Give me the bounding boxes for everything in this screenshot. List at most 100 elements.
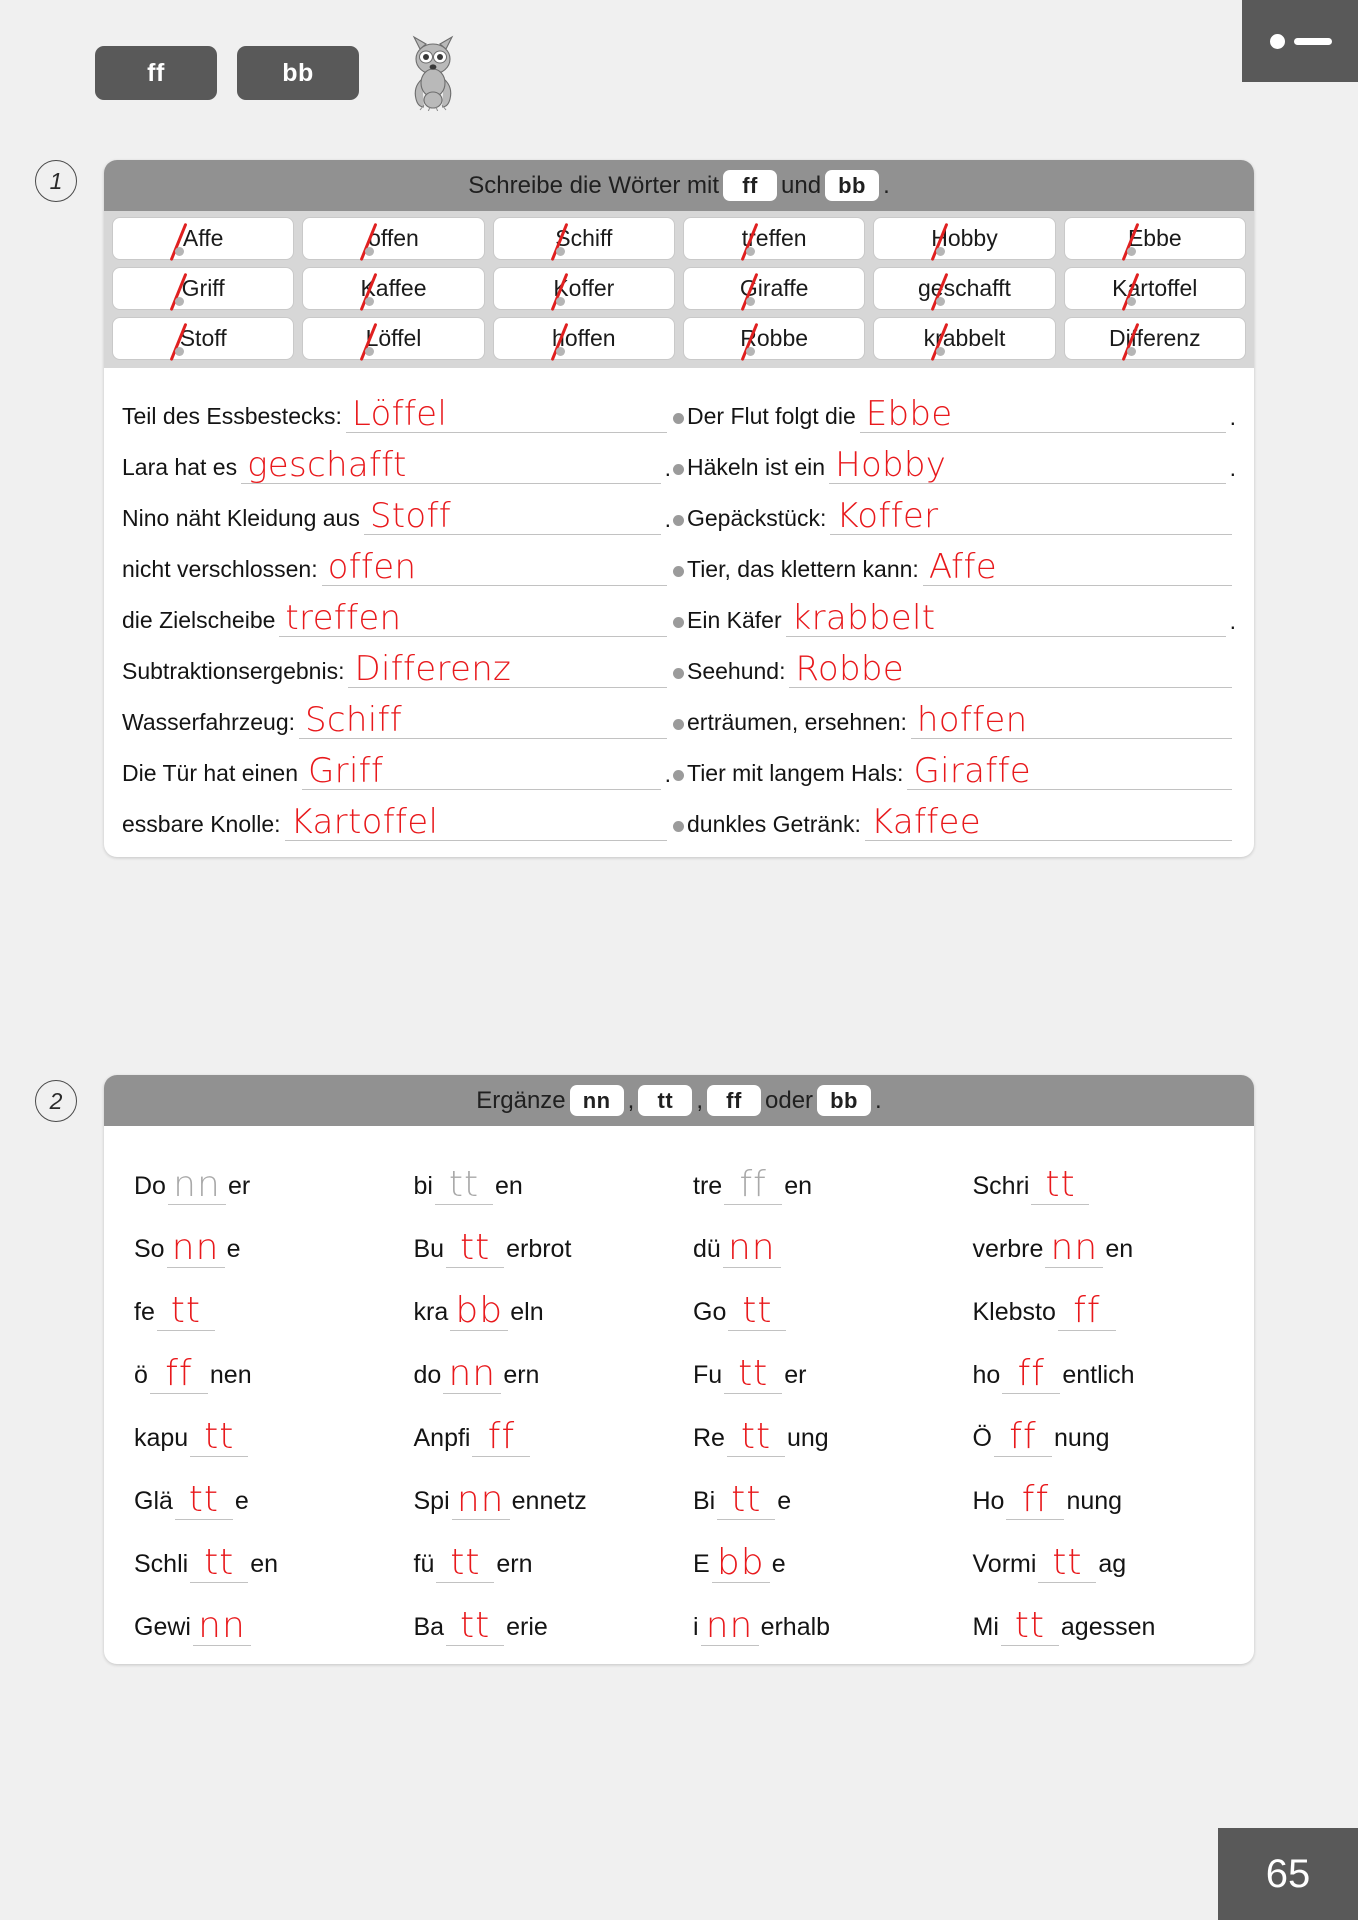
menu-toggle-button[interactable] xyxy=(1242,0,1358,82)
answer-blank[interactable]: Löffel xyxy=(345,394,667,434)
word-bank-label: Griff xyxy=(181,275,225,301)
bullet-dot-icon xyxy=(365,247,375,256)
letter-blank[interactable]: tt xyxy=(446,1227,505,1268)
answer-blank[interactable]: Koffer xyxy=(830,496,1232,536)
word-bank-label: Differenz xyxy=(1108,325,1201,351)
word-bank-item[interactable]: Koffer xyxy=(492,267,675,312)
answer-blank[interactable]: geschafft xyxy=(241,445,661,485)
filled-letters: ff xyxy=(1021,1479,1050,1520)
word-bank-item[interactable]: Hobby xyxy=(873,217,1056,262)
letter-blank[interactable]: nn xyxy=(700,1605,759,1646)
word-bank-item[interactable]: krabbelt xyxy=(873,317,1056,362)
letter-blank[interactable]: ff xyxy=(472,1416,531,1457)
letter-blank[interactable]: tt xyxy=(728,1290,787,1331)
answer-text: Hobby xyxy=(835,445,947,485)
word-with-blank: Do nn er xyxy=(134,1164,250,1205)
answer-blank[interactable]: krabbelt xyxy=(785,598,1226,638)
letter-blank[interactable]: tt xyxy=(446,1605,505,1646)
letter-blank[interactable]: tt xyxy=(190,1542,249,1583)
grid-word-item: Bi tt e xyxy=(679,1479,959,1520)
letter-blank[interactable]: tt xyxy=(724,1353,783,1394)
letter-blank[interactable]: bb xyxy=(711,1542,770,1583)
letter-blank[interactable]: bb xyxy=(450,1290,509,1331)
word-prefix: kra xyxy=(413,1298,449,1326)
letter-blank[interactable]: nn xyxy=(167,1164,226,1205)
sentence-row: Subtraktionsergebnis: Differenz Seehund: Ro… xyxy=(122,637,1236,689)
letter-blank[interactable]: nn xyxy=(1045,1227,1104,1268)
tag-button-bb[interactable]: bb xyxy=(237,46,359,100)
letter-blank[interactable]: tt xyxy=(156,1290,215,1331)
letter-blank[interactable]: tt xyxy=(717,1479,776,1520)
word-prefix: Gewi xyxy=(134,1613,191,1641)
word-suffix: ung xyxy=(786,1424,829,1452)
letter-blank[interactable]: nn xyxy=(722,1227,781,1268)
answer-blank[interactable]: Hobby xyxy=(829,445,1226,485)
letter-blank[interactable]: tt xyxy=(434,1164,493,1205)
letter-blank[interactable]: ff xyxy=(724,1164,783,1205)
word-with-blank: Schri tt xyxy=(973,1164,1092,1205)
answer-blank[interactable]: Kaffee xyxy=(864,802,1232,842)
letter-blank[interactable]: tt xyxy=(726,1416,785,1457)
word-suffix: e xyxy=(771,1550,786,1578)
word-bank-item[interactable]: Löffel xyxy=(302,317,485,362)
filled-letters: nn xyxy=(171,1227,220,1268)
answer-blank[interactable]: hoffen xyxy=(910,700,1232,740)
bullet-dot-icon xyxy=(746,247,756,256)
word-bank-item[interactable]: geschafft xyxy=(873,267,1056,312)
letter-blank[interactable]: tt xyxy=(190,1416,249,1457)
word-bank-item[interactable]: Kaffee xyxy=(302,267,485,312)
answer-blank[interactable]: Affe xyxy=(922,547,1232,587)
word-bank-item[interactable]: Affe xyxy=(112,217,295,262)
word-bank-item[interactable]: Giraffe xyxy=(682,267,866,312)
word-bank-item[interactable]: Stoff xyxy=(112,317,295,362)
letter-blank[interactable]: tt xyxy=(174,1479,233,1520)
letter-blank[interactable]: ff xyxy=(1002,1353,1061,1394)
word-prefix: E xyxy=(693,1550,710,1578)
answer-blank[interactable]: treffen xyxy=(279,598,667,638)
filled-letters: tt xyxy=(738,1353,769,1394)
letter-blank[interactable]: ff xyxy=(149,1353,208,1394)
word-bank-item[interactable]: Kartoffel xyxy=(1063,267,1246,312)
answer-blank[interactable]: Robbe xyxy=(789,649,1232,689)
exercise-2-number: 2 xyxy=(35,1080,77,1122)
letter-blank[interactable]: nn xyxy=(166,1227,225,1268)
answer-blank[interactable]: Differenz xyxy=(348,649,667,689)
answer-blank[interactable]: Ebbe xyxy=(859,394,1226,434)
letter-blank[interactable]: ff xyxy=(993,1416,1052,1457)
answer-blank[interactable]: Giraffe xyxy=(907,751,1232,791)
word-bank-item[interactable]: hoffen xyxy=(492,317,675,362)
word-bank-item[interactable]: Griff xyxy=(112,267,295,312)
word-bank-item[interactable]: offen xyxy=(302,217,485,262)
grid-word-item: Ho ff nung xyxy=(959,1479,1239,1520)
answer-blank[interactable]: Griff xyxy=(302,751,661,791)
filled-letters: bb xyxy=(455,1290,504,1331)
letter-blank[interactable]: ff xyxy=(1006,1479,1065,1520)
sentence-separator-icon xyxy=(671,454,687,484)
letter-blank[interactable]: ff xyxy=(1057,1290,1116,1331)
answer-blank[interactable]: Schiff xyxy=(299,700,667,740)
letter-blank[interactable]: nn xyxy=(192,1605,251,1646)
filled-letters: ff xyxy=(739,1164,767,1205)
word-bank-item[interactable]: Ebbe xyxy=(1063,217,1246,262)
letter-blank[interactable]: tt xyxy=(436,1542,495,1583)
sentence-prompt: Die Tür hat einen xyxy=(122,760,299,786)
answer-blank[interactable]: offen xyxy=(321,547,667,587)
filled-letters: ff xyxy=(487,1416,516,1457)
letter-blank[interactable]: tt xyxy=(1038,1542,1097,1583)
word-bank-item[interactable]: Robbe xyxy=(682,317,866,362)
word-bank-item[interactable]: Schiff xyxy=(492,217,675,262)
letter-blank[interactable]: tt xyxy=(1031,1164,1090,1205)
top-bar: ff bb xyxy=(0,0,1358,130)
filled-letters: ff xyxy=(1009,1416,1037,1457)
instruction-sep-1: , xyxy=(627,1086,635,1114)
word-bank-item[interactable]: treffen xyxy=(682,217,866,262)
letter-blank[interactable]: nn xyxy=(443,1353,502,1394)
letter-blank[interactable]: tt xyxy=(1000,1605,1059,1646)
word-prefix: Glä xyxy=(134,1487,173,1515)
answer-blank[interactable]: Stoff xyxy=(363,496,661,536)
grid-row: Glä tt e Spi nn ennetz Bi tt e Ho ff nung xyxy=(120,1457,1238,1520)
letter-blank[interactable]: nn xyxy=(451,1479,510,1520)
word-bank-item[interactable]: Differenz xyxy=(1063,317,1246,362)
tag-button-ff[interactable]: ff xyxy=(95,46,217,100)
answer-blank[interactable]: Kartoffel xyxy=(284,802,667,842)
